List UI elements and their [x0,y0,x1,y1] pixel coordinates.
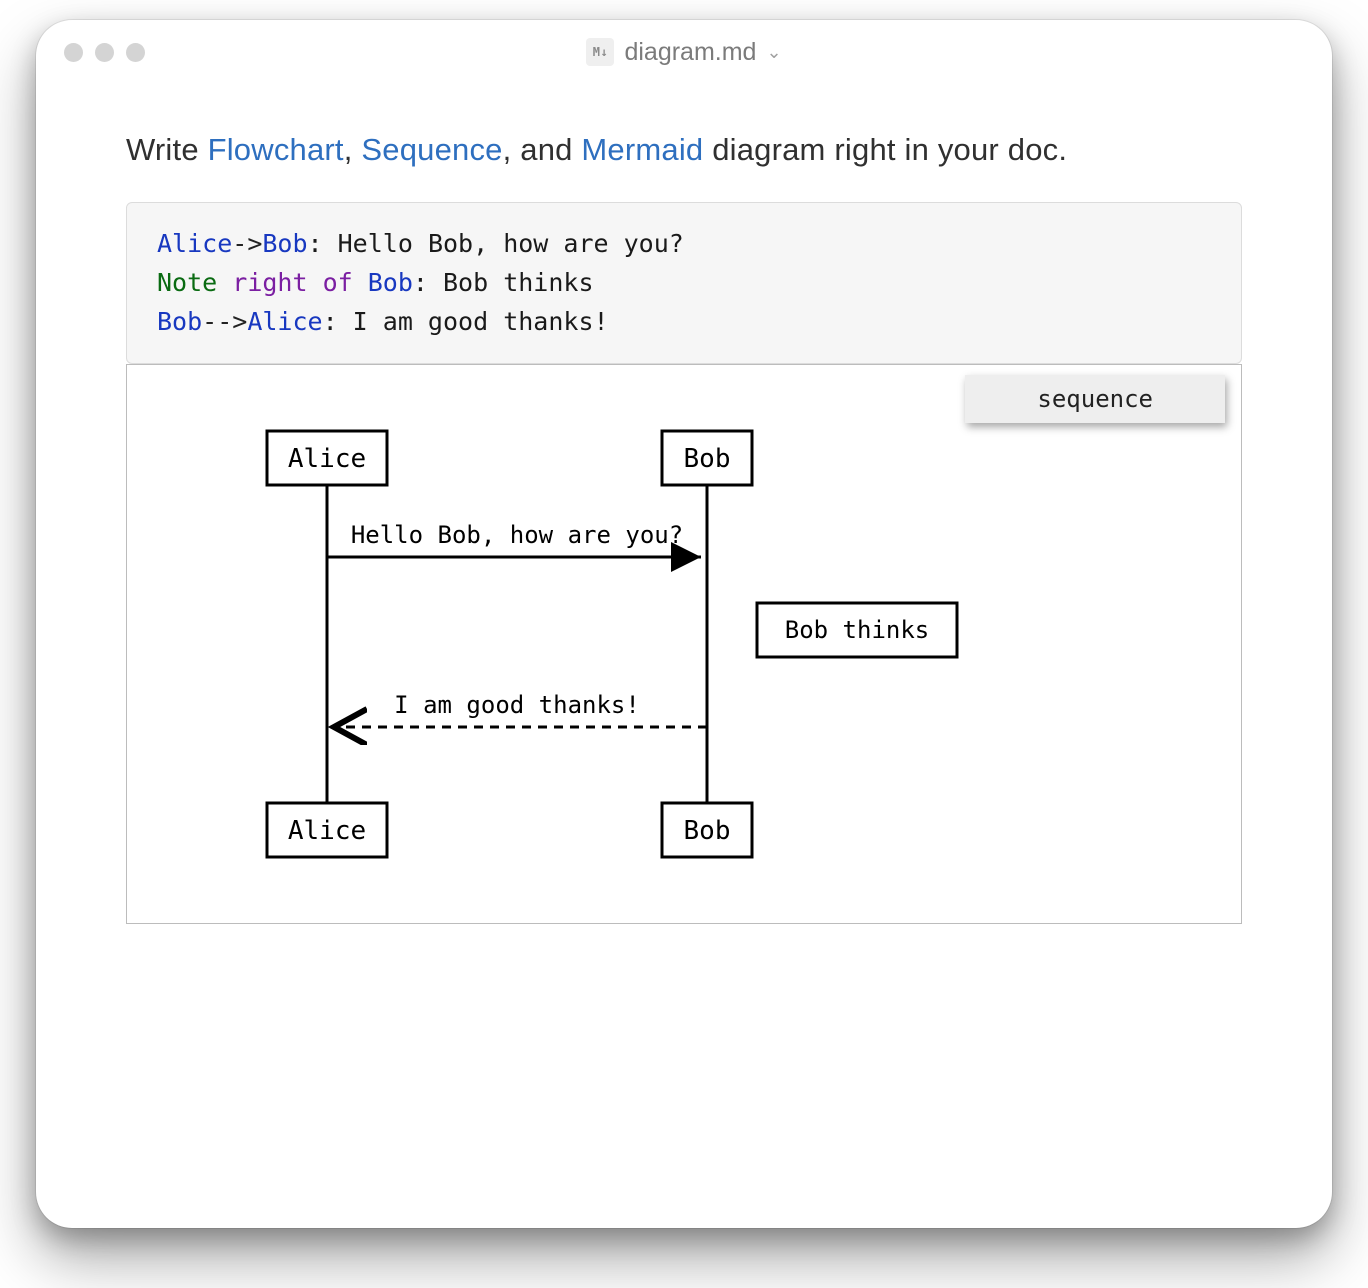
code-block[interactable]: Alice->Bob: Hello Bob, how are you? Note… [126,202,1242,364]
actor-label-alice-top: Alice [288,444,366,474]
diagram-panel: sequence Alice Bob [126,364,1242,924]
code-token: Bob [157,307,202,336]
note-label: Bob thinks [785,616,930,644]
code-token: Note [157,268,217,297]
traffic-light-zoom[interactable] [126,43,145,62]
traffic-lights [64,43,145,62]
code-token: Alice [157,229,232,258]
actor-label-bob-top: Bob [684,444,731,474]
app-window: M↓ diagram.md ⌄ Write Flowchart, Sequenc… [36,20,1332,1228]
title-center: M↓ diagram.md ⌄ [36,38,1332,67]
traffic-light-close[interactable] [64,43,83,62]
code-token: Alice [247,307,322,336]
code-token: Bob [262,229,307,258]
filename-label: diagram.md [624,38,756,67]
intro-sep1: , [344,132,362,167]
traffic-light-minimize[interactable] [95,43,114,62]
code-token: -> [232,229,262,258]
sequence-link[interactable]: Sequence [361,132,502,167]
code-token: right of [217,268,368,297]
flowchart-link[interactable]: Flowchart [208,132,344,167]
code-token: --> [202,307,247,336]
actor-label-bob-bottom: Bob [684,816,731,846]
code-token: : I am good thanks! [323,307,609,336]
intro-text-prefix: Write [126,132,208,167]
chevron-down-icon[interactable]: ⌄ [766,42,781,63]
code-token: Bob [368,268,413,297]
actor-label-alice-bottom: Alice [288,816,366,846]
code-token: : Hello Bob, how are you? [308,229,684,258]
message-2-label: I am good thanks! [394,691,640,719]
intro-sep2: , and [503,132,582,167]
code-token: : Bob thinks [413,268,594,297]
intro-text-suffix: diagram right in your doc. [703,132,1067,167]
mermaid-link[interactable]: Mermaid [581,132,703,167]
titlebar: M↓ diagram.md ⌄ [36,20,1332,84]
markdown-file-icon: M↓ [586,38,614,66]
message-1-label: Hello Bob, how are you? [351,521,683,549]
document-content: Write Flowchart, Sequence, and Mermaid d… [36,84,1332,924]
sequence-diagram: Alice Bob Hello Bob, how are you? Bob th… [167,425,1067,895]
diagram-type-badge: sequence [965,375,1225,423]
intro-paragraph: Write Flowchart, Sequence, and Mermaid d… [126,132,1242,168]
